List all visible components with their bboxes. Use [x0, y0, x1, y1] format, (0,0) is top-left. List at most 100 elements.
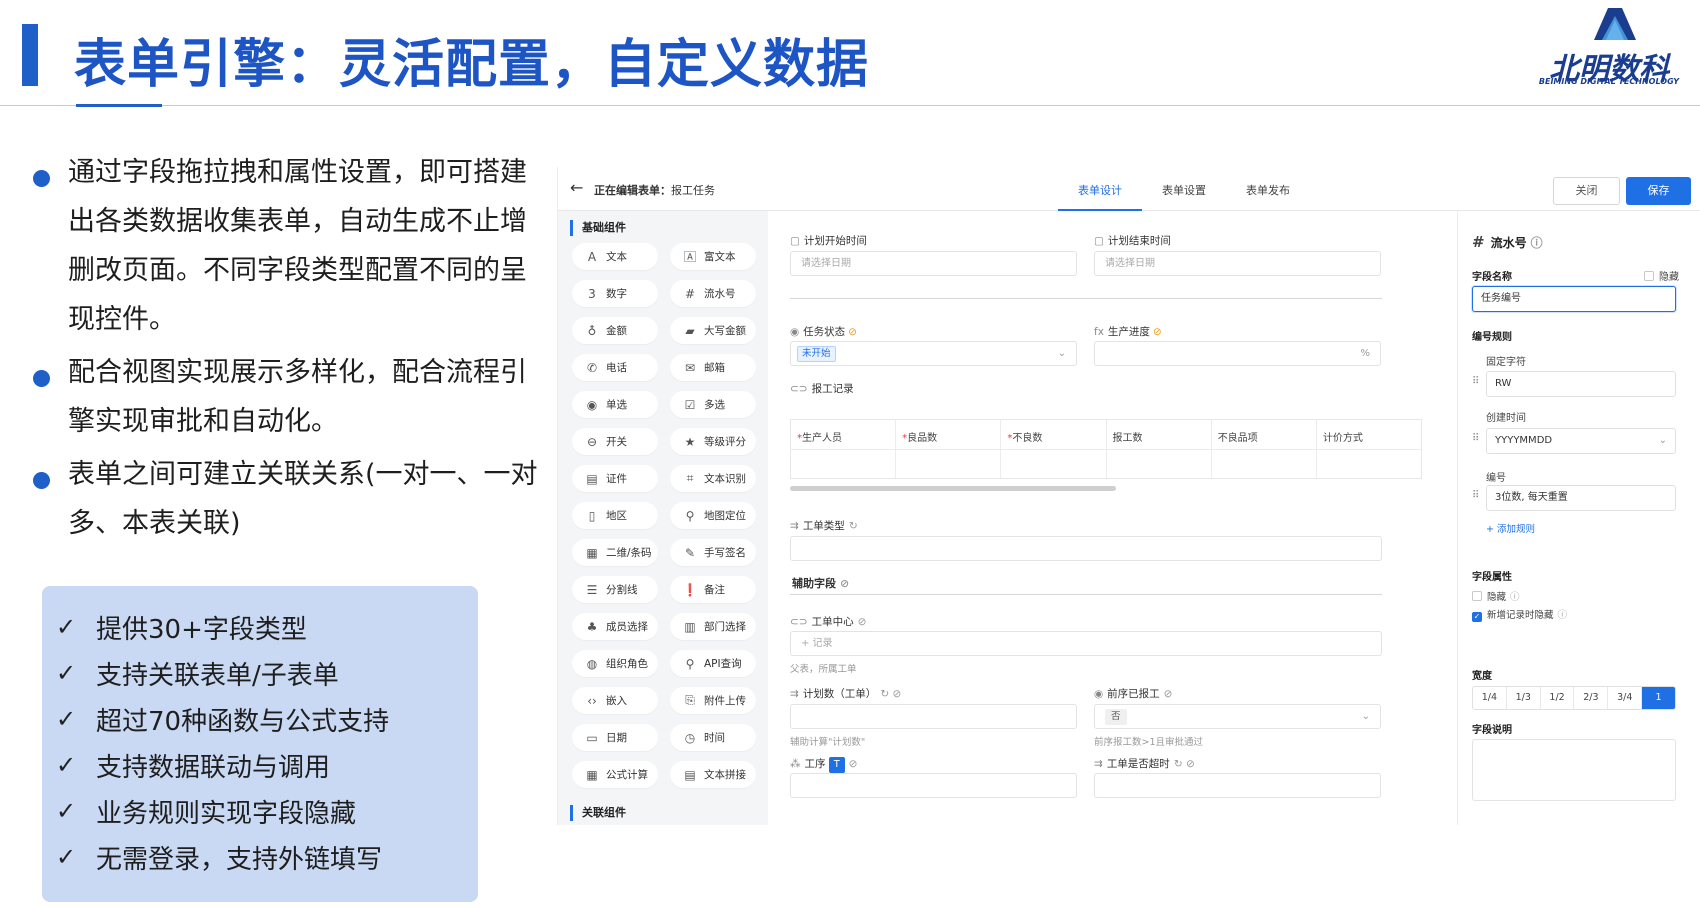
prev-report-label: ◉ 前序已报工 ⊘ [1094, 688, 1173, 700]
header-divider-accent [76, 104, 162, 107]
component-item[interactable]: ▤ 文本拼接 [670, 761, 756, 788]
overtime-input[interactable] [1094, 773, 1381, 798]
bullet-item: 表单之间可建立关联关系(一对一、一对多、本表关联) [30, 450, 540, 548]
order-type-input[interactable] [790, 536, 1382, 561]
horizontal-scrollbar[interactable] [790, 486, 1116, 491]
component-icon: ✎ [684, 545, 696, 560]
hide-checkbox[interactable]: 隐藏 [1644, 268, 1679, 283]
component-item[interactable]: ▦ 二维/条码 [572, 539, 658, 566]
formula-icon: fx [1094, 326, 1104, 338]
component-item[interactable]: ♁ 金额 [572, 317, 658, 344]
width-option-selected[interactable]: 1 [1642, 687, 1675, 709]
work-center-hint: 父表，所属工单 [790, 664, 857, 675]
numbering-rule-label: 编号规则 [1472, 332, 1512, 343]
subtable-cell[interactable] [791, 450, 897, 478]
component-item[interactable]: ☰ 分割线 [572, 576, 658, 603]
width-option[interactable]: 1/4 [1473, 687, 1507, 709]
plan-end-input[interactable]: 请选择日期 [1094, 251, 1381, 276]
component-item[interactable]: ⌗ 文本识别 [670, 465, 756, 492]
component-label: 日期 [606, 732, 627, 744]
component-icon: A [587, 249, 597, 264]
drag-handle-icon[interactable]: ⠿ [1472, 376, 1479, 387]
process-icon: ⁂ [790, 758, 801, 770]
component-icon: 🄰 [683, 250, 696, 264]
process-input[interactable] [790, 773, 1077, 798]
subtable-cell[interactable] [1317, 450, 1421, 478]
component-icon: ⚲ [685, 508, 695, 523]
plan-count-input[interactable] [790, 704, 1077, 729]
tab-form-settings[interactable]: 表单设置 [1142, 167, 1226, 211]
component-icon: ☰ [586, 582, 598, 597]
feature-item: ✓ 提供30+字段类型 [56, 613, 307, 645]
component-item[interactable]: ⚲ API查询 [670, 650, 756, 677]
component-item[interactable]: ▦ 公式计算 [572, 761, 658, 788]
fixed-char-label: 固定字符 [1486, 357, 1526, 368]
component-item[interactable]: ▤ 证件 [572, 465, 658, 492]
subtable-cell[interactable] [1212, 450, 1317, 478]
subtable-cell[interactable] [896, 450, 1002, 478]
component-item[interactable]: ‹› 嵌入 [572, 687, 658, 714]
divider [790, 298, 1382, 299]
tab-form-publish[interactable]: 表单发布 [1226, 167, 1310, 211]
component-item[interactable]: ▭ 日期 [572, 724, 658, 751]
component-item[interactable]: ★ 等级评分 [670, 428, 756, 455]
component-item[interactable]: ❗ 备注 [670, 576, 756, 603]
width-option[interactable]: 2/3 [1574, 687, 1609, 709]
attr-hide-checkbox[interactable]: 隐藏 ⓘ [1472, 589, 1520, 603]
component-item[interactable]: ▰ 大写金额 [670, 317, 756, 344]
component-item[interactable]: A 文本 [572, 243, 658, 270]
component-item[interactable]: ♣ 成员选择 [572, 613, 658, 640]
component-item[interactable]: 🄰 富文本 [670, 243, 756, 270]
field-desc-textarea[interactable] [1472, 739, 1676, 801]
component-item[interactable]: ⎘ 附件上传 [670, 687, 756, 714]
component-icon: ✉ [684, 360, 696, 375]
subtable-cell[interactable] [1107, 450, 1212, 478]
help-icon: ⓘ [1510, 592, 1520, 603]
subtable-cell[interactable] [1001, 450, 1107, 478]
number-input[interactable]: 3位数, 每天重置 [1486, 485, 1676, 511]
task-status-label: ◉ 任务状态 ⊘ [790, 326, 857, 338]
hidden-eye-icon: ⊘ [1163, 688, 1173, 700]
component-item[interactable]: ⚲ 地图定位 [670, 502, 756, 529]
hidden-eye-icon: ⊘ [840, 577, 850, 590]
field-type-title: # 流水号 ⓘ [1472, 233, 1543, 251]
work-center-input[interactable]: + 记录 [790, 631, 1382, 656]
prev-report-select[interactable]: 否 ⌄ [1094, 704, 1381, 729]
component-icon: ◍ [586, 656, 598, 671]
add-rule-link[interactable]: + 添加规则 [1486, 521, 1535, 535]
component-item[interactable]: ☑ 多选 [670, 391, 756, 418]
save-button[interactable]: 保存 [1626, 177, 1691, 205]
hash-icon: # [1472, 233, 1485, 251]
drag-handle-icon[interactable]: ⠿ [1472, 490, 1479, 501]
component-item[interactable]: ◉ 单选 [572, 391, 658, 418]
component-item[interactable]: ▥ 部门选择 [670, 613, 756, 640]
component-item[interactable]: ▯ 地区 [572, 502, 658, 529]
back-arrow-icon[interactable]: ← [570, 178, 583, 197]
component-item[interactable]: ✎ 手写签名 [670, 539, 756, 566]
close-button[interactable]: 关闭 [1553, 177, 1620, 205]
field-name-input[interactable]: 任务编号 [1472, 286, 1676, 312]
progress-input[interactable]: % [1094, 341, 1381, 366]
width-option[interactable]: 3/4 [1608, 687, 1643, 709]
component-item[interactable]: ⊖ 开关 [572, 428, 658, 455]
component-item[interactable]: ◍ 组织角色 [572, 650, 658, 677]
component-icon: ◷ [684, 730, 696, 745]
component-label: 组织角色 [606, 658, 648, 670]
drag-handle-icon[interactable]: ⠿ [1472, 433, 1479, 444]
help-icon: ⓘ [1557, 610, 1568, 621]
width-option[interactable]: 1/3 [1507, 687, 1541, 709]
created-time-select[interactable]: YYYYMMDD ⌄ [1486, 428, 1676, 454]
component-item[interactable]: ✉ 邮箱 [670, 354, 756, 381]
tab-form-design[interactable]: 表单设计 [1058, 167, 1142, 211]
chevron-down-icon: ⌄ [1361, 711, 1370, 722]
component-item[interactable]: 3 数字 [572, 280, 658, 307]
plan-start-input[interactable]: 请选择日期 [790, 251, 1077, 276]
component-item[interactable]: ✆ 电话 [572, 354, 658, 381]
attr-hide-new-checkbox[interactable]: ✓ 新增记录时隐藏 ⓘ [1472, 607, 1567, 622]
component-item[interactable]: ◷ 时间 [670, 724, 756, 751]
width-option[interactable]: 1/2 [1541, 687, 1575, 709]
fixed-char-input[interactable]: RW [1486, 371, 1676, 397]
task-status-select[interactable]: 未开始 ⌄ [790, 341, 1077, 366]
component-item[interactable]: # 流水号 [670, 280, 756, 307]
component-label: 成员选择 [606, 621, 648, 633]
